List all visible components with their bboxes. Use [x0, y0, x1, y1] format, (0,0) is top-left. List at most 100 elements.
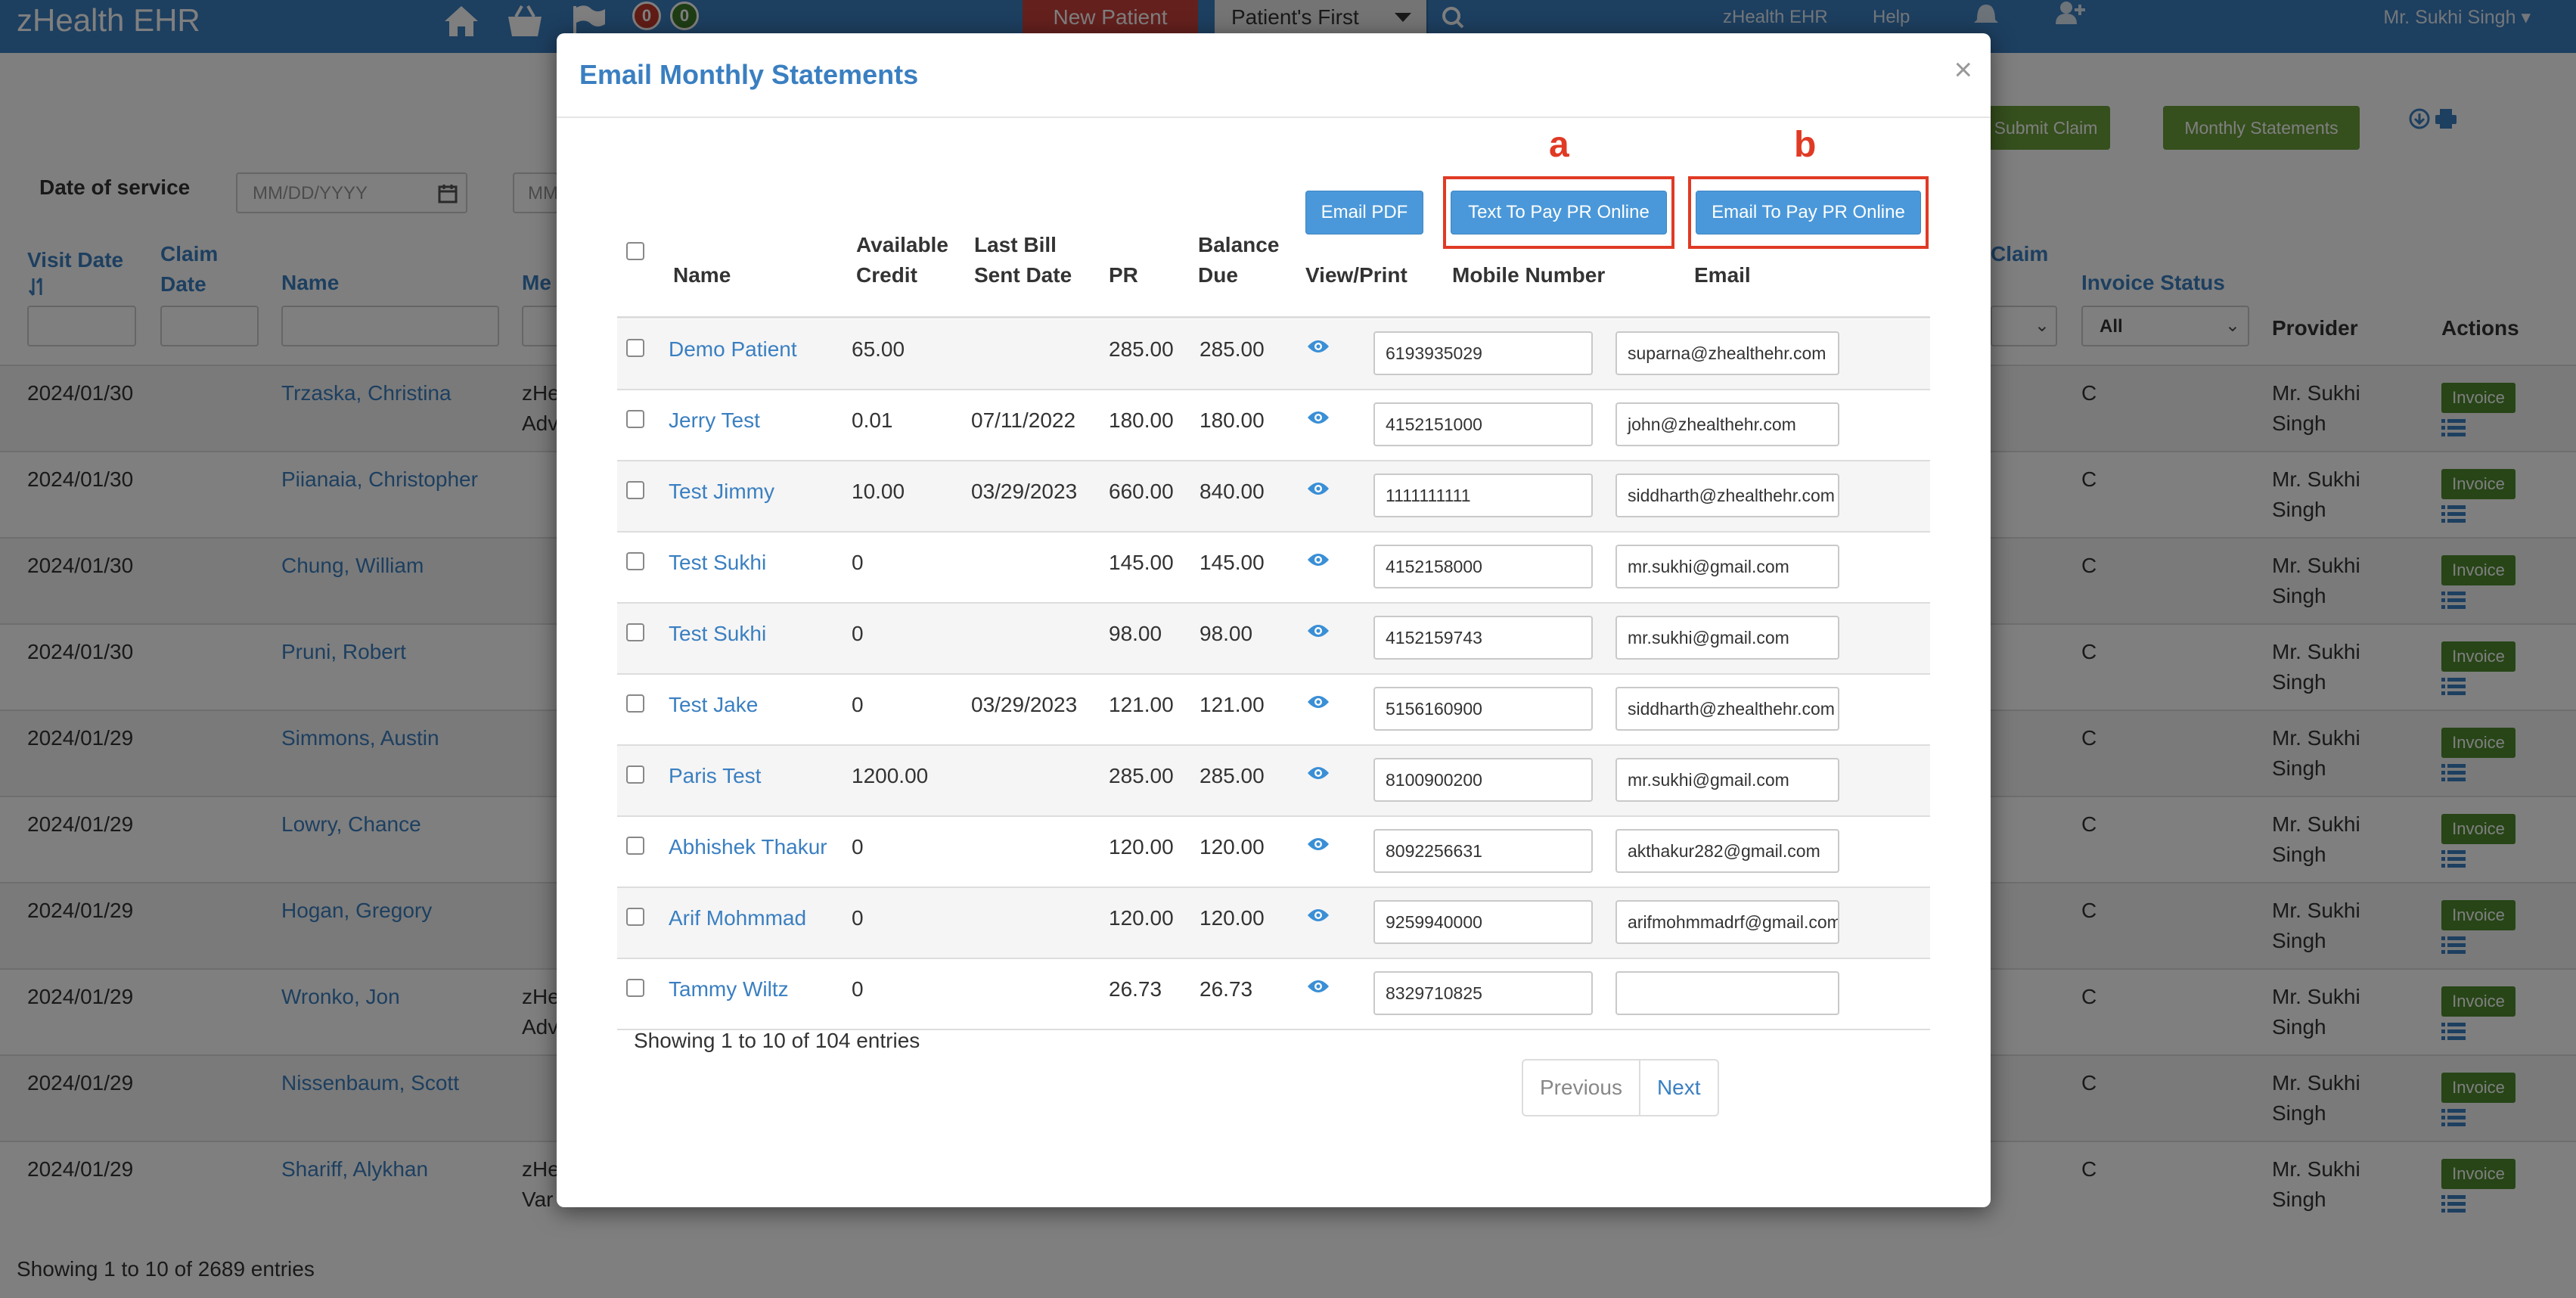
available-credit: 10.00 [852, 480, 905, 503]
balance-due: 98.00 [1200, 622, 1253, 645]
email-input[interactable]: akthakur282@gmail.com [1615, 829, 1839, 873]
eye-icon[interactable] [1307, 623, 1330, 638]
balance-due: 285.00 [1200, 764, 1265, 787]
patient-name-link[interactable]: Paris Test [669, 761, 761, 791]
last-bill-sent-date: 07/11/2022 [971, 408, 1076, 432]
patient-name-link[interactable]: Demo Patient [669, 334, 797, 365]
email-input[interactable]: siddharth@zhealthehr.com [1615, 687, 1839, 731]
email-input[interactable]: mr.sukhi@gmail.com [1615, 616, 1839, 660]
table-header-divider [617, 316, 1930, 318]
statement-row: Jerry Test 0.01 07/11/2022 180.00 180.00 4152… [617, 390, 1930, 461]
pagination: Previous Next [1522, 1059, 1719, 1116]
pr-amount: 285.00 [1109, 764, 1174, 787]
next-page-button[interactable]: Next [1640, 1060, 1718, 1115]
patient-name-link[interactable]: Jerry Test [669, 405, 760, 436]
previous-page-button[interactable]: Previous [1523, 1060, 1640, 1115]
eye-icon[interactable] [1307, 694, 1330, 710]
mobile-number-input[interactable]: 8329710825 [1373, 971, 1593, 1015]
patient-name-link[interactable]: Tammy Wiltz [669, 974, 789, 1005]
last-bill-sent-date: 03/29/2023 [971, 693, 1078, 716]
mobile-number-input[interactable]: 4152158000 [1373, 545, 1593, 588]
close-icon[interactable]: × [1954, 54, 1972, 85]
statement-row: Paris Test 1200.00 285.00 285.00 8100900200 m… [617, 746, 1930, 817]
patient-name-link[interactable]: Test Jimmy [669, 477, 774, 507]
eye-icon[interactable] [1307, 339, 1330, 354]
col-email: Email [1694, 263, 1751, 287]
modal-header: Email Monthly Statements × [557, 33, 1991, 118]
modal-entries-summary: Showing 1 to 10 of 104 entries [634, 1029, 920, 1052]
patient-name-link[interactable]: Abhishek Thakur [669, 832, 827, 862]
balance-due: 120.00 [1200, 906, 1265, 930]
balance-due: 121.00 [1200, 693, 1265, 716]
row-checkbox[interactable] [626, 837, 644, 855]
eye-icon[interactable] [1307, 979, 1330, 994]
eye-icon[interactable] [1307, 765, 1330, 781]
row-checkbox[interactable] [626, 623, 644, 641]
balance-due: 285.00 [1200, 337, 1265, 361]
pr-amount: 120.00 [1109, 906, 1174, 930]
eye-icon[interactable] [1307, 837, 1330, 852]
text-to-pay-button[interactable]: Text To Pay PR Online [1451, 191, 1667, 234]
available-credit: 0 [852, 551, 864, 574]
statement-row: Demo Patient 65.00 285.00 285.00 6193935029 s… [617, 319, 1930, 390]
email-to-pay-button[interactable]: Email To Pay PR Online [1696, 191, 1921, 234]
email-pdf-button[interactable]: Email PDF [1305, 191, 1423, 234]
email-input[interactable]: siddharth@zhealthehr.com [1615, 474, 1839, 517]
col-pr: PR [1109, 263, 1138, 287]
mobile-number-input[interactable]: 8092256631 [1373, 829, 1593, 873]
balance-due: 120.00 [1200, 835, 1265, 859]
email-monthly-statements-modal: Email Monthly Statements × a b Email PDF… [557, 33, 1991, 1207]
col-view-print: View/Print [1305, 263, 1407, 287]
row-checkbox[interactable] [626, 908, 644, 926]
row-checkbox[interactable] [626, 765, 644, 784]
select-all-checkbox[interactable] [626, 242, 644, 260]
mobile-number-input[interactable]: 4152151000 [1373, 402, 1593, 446]
mobile-number-input[interactable]: 5156160900 [1373, 687, 1593, 731]
statement-row: Test Sukhi 0 98.00 98.00 4152159743 mr.sukhi@… [617, 604, 1930, 675]
email-input[interactable]: john@zhealthehr.com [1615, 402, 1839, 446]
mobile-number-input[interactable]: 8100900200 [1373, 758, 1593, 802]
eye-icon[interactable] [1307, 908, 1330, 923]
last-bill-sent-date: 03/29/2023 [971, 480, 1078, 503]
annotation-a: a [1549, 125, 1569, 165]
patient-name-link[interactable]: Test Jake [669, 690, 758, 720]
col-available-credit: Available Credit [856, 233, 948, 287]
row-checkbox[interactable] [626, 694, 644, 713]
row-checkbox[interactable] [626, 339, 644, 357]
row-checkbox[interactable] [626, 979, 644, 997]
pr-amount: 285.00 [1109, 337, 1174, 361]
modal-title: Email Monthly Statements [579, 59, 919, 90]
row-checkbox[interactable] [626, 552, 644, 570]
patient-name-link[interactable]: Arif Mohmmad [669, 903, 806, 933]
email-input[interactable]: mr.sukhi@gmail.com [1615, 545, 1839, 588]
email-input[interactable]: suparna@zhealthehr.com [1615, 331, 1839, 375]
statement-row: Abhishek Thakur 0 120.00 120.00 8092256631 ak… [617, 817, 1930, 888]
mobile-number-input[interactable]: 1111111111 [1373, 474, 1593, 517]
patient-name-link[interactable]: Test Sukhi [669, 548, 766, 578]
available-credit: 65.00 [852, 337, 905, 361]
mobile-number-input[interactable]: 6193935029 [1373, 331, 1593, 375]
pr-amount: 121.00 [1109, 693, 1174, 716]
email-input[interactable]: arifmohmmadrf@gmail.com [1615, 900, 1839, 944]
available-credit: 0 [852, 835, 864, 859]
mobile-number-input[interactable]: 4152159743 [1373, 616, 1593, 660]
row-checkbox[interactable] [626, 410, 644, 428]
statement-row: Test Jake 0 03/29/2023 121.00 121.00 51561609… [617, 675, 1930, 746]
available-credit: 0 [852, 622, 864, 645]
row-checkbox[interactable] [626, 481, 644, 499]
email-input[interactable] [1615, 971, 1839, 1015]
eye-icon[interactable] [1307, 410, 1330, 425]
statement-row: Test Sukhi 0 145.00 145.00 4152158000 mr.sukh… [617, 533, 1930, 604]
eye-icon[interactable] [1307, 481, 1330, 496]
mobile-number-input[interactable]: 9259940000 [1373, 900, 1593, 944]
available-credit: 0.01 [852, 408, 893, 432]
available-credit: 0 [852, 693, 864, 716]
email-input[interactable]: mr.sukhi@gmail.com [1615, 758, 1839, 802]
patient-name-link[interactable]: Test Sukhi [669, 619, 766, 649]
available-credit: 1200.00 [852, 764, 929, 787]
pr-amount: 145.00 [1109, 551, 1174, 574]
available-credit: 0 [852, 977, 864, 1001]
col-last-bill-sent-date: Last Bill Sent Date [974, 233, 1072, 287]
eye-icon[interactable] [1307, 552, 1330, 567]
pr-amount: 180.00 [1109, 408, 1174, 432]
